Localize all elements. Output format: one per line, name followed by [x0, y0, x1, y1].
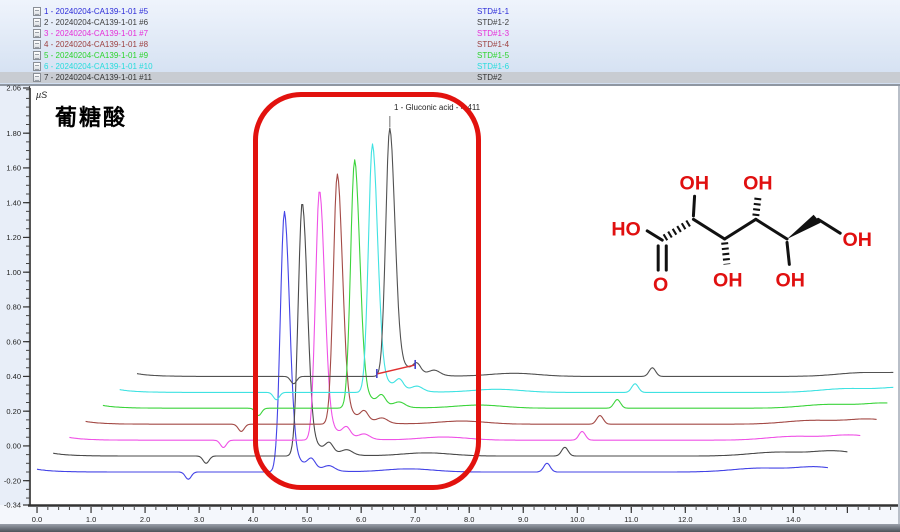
x-tick-label: 5.0	[302, 515, 312, 524]
x-tick-label: 12.0	[678, 515, 693, 524]
y-tick-label: 1.20	[6, 233, 21, 242]
y-tick-label: 1.80	[6, 129, 21, 138]
oh-label: OH	[680, 172, 709, 194]
x-tick-label: 3.0	[194, 515, 204, 524]
y-tick-label: 0.60	[6, 337, 21, 346]
oh-label: OH	[713, 269, 742, 291]
oh-label: OH	[775, 269, 804, 291]
y-tick-label: 1.40	[6, 198, 21, 207]
solid-wedge-bond	[787, 215, 821, 239]
x-tick-label: 7.0	[410, 515, 420, 524]
y-tick-label: 1.00	[6, 268, 21, 277]
x-tick-label: 10.0	[570, 515, 585, 524]
y-tick-label: 0.40	[6, 372, 21, 381]
red-highlight-oval	[253, 92, 481, 490]
oh-label: OH	[842, 229, 871, 251]
x-tick-label: 14.0	[786, 515, 801, 524]
oh-label: OH	[743, 172, 772, 194]
y-tick-label: 0.00	[6, 442, 21, 451]
x-tick-label: 2.0	[140, 515, 150, 524]
x-tick-label: 13.0	[732, 515, 747, 524]
x-tick-label: 8.0	[464, 515, 474, 524]
y-tick-label: 1.60	[6, 164, 21, 173]
y-tick-label: 0.20	[6, 407, 21, 416]
x-tick-label: 9.0	[518, 515, 528, 524]
y-tick-label: 2.06	[6, 84, 21, 93]
y-tick-label: -0.34	[4, 501, 21, 510]
window-bottom-edge	[0, 524, 900, 532]
x-tick-label: 4.0	[248, 515, 258, 524]
x-tick-label: 1.0	[86, 515, 96, 524]
y-tick-label: 0.80	[6, 303, 21, 312]
x-tick-label: 6.0	[356, 515, 366, 524]
x-tick-label: 0.0	[32, 515, 42, 524]
gluconic-acid-structure: HO O OH OH OH OH OH	[604, 150, 888, 306]
y-tick-label: -0.20	[4, 476, 21, 485]
carbonyl-o-label: O	[653, 274, 668, 296]
ho-label: HO	[611, 219, 640, 241]
x-tick-label: 11.0	[624, 515, 638, 524]
